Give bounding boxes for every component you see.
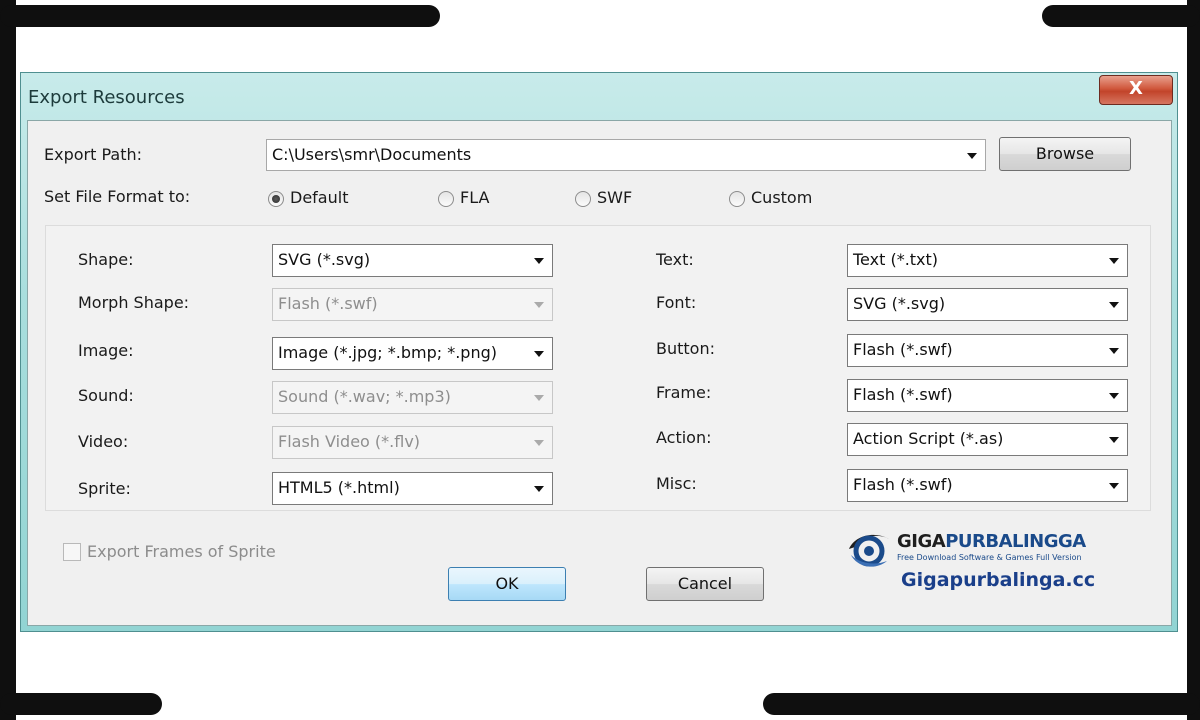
chevron-down-icon[interactable] [534,486,544,492]
text-select-value: Text (*.txt) [853,250,939,269]
radio-custom-label[interactable]: Custom [751,188,812,207]
radio-fla[interactable] [438,191,454,207]
watermark-site: Gigapurbalinga.cc [901,569,1096,591]
font-select[interactable]: SVG (*.svg) [847,288,1128,321]
frame-select-value: Flash (*.swf) [853,385,953,404]
chevron-down-icon [534,395,544,401]
radio-default-label[interactable]: Default [290,188,348,207]
export-frames-label: Export Frames of Sprite [87,542,276,561]
radio-fla-label[interactable]: FLA [460,188,489,207]
sprite-label: Sprite: [78,479,131,498]
watermark-brand: GIGAPURBALINGGA [897,531,1086,552]
video-select: Flash Video (*.flv) [272,426,553,459]
frame-left [0,0,16,720]
chevron-down-icon[interactable] [967,153,977,159]
chevron-down-icon[interactable] [534,258,544,264]
browse-button-label: Browse [1035,144,1095,163]
radio-swf[interactable] [575,191,591,207]
image-label: Image: [78,341,134,360]
button-label: Button: [656,339,715,358]
font-label: Font: [656,293,697,312]
frame-bar-bottom-left [0,693,162,715]
action-select[interactable]: Action Script (*.as) [847,423,1128,456]
dialog-title: Export Resources [28,87,185,108]
frame-select[interactable]: Flash (*.swf) [847,379,1128,412]
eye-logo-icon [849,534,889,567]
sound-label: Sound: [78,386,134,405]
text-label: Text: [656,250,694,269]
frame-bar-top-right [1042,5,1200,27]
title-bar[interactable]: Export Resources X [21,73,1177,119]
watermark-logo: GIGAPURBALINGGA Free Download Software &… [843,525,1143,605]
shape-select[interactable]: SVG (*.svg) [272,244,553,277]
cancel-button-label: Cancel [677,574,733,593]
export-resources-dialog: Export Resources X Export Path: C:\Users… [20,72,1178,632]
misc-select[interactable]: Flash (*.swf) [847,469,1128,502]
image-select[interactable]: Image (*.jpg; *.bmp; *.png) [272,337,553,370]
watermark-tagline: Free Download Software & Games Full Vers… [897,553,1082,562]
chevron-down-icon[interactable] [1109,483,1119,489]
export-path-combo[interactable]: C:\Users\smr\Documents [266,139,986,171]
export-frames-checkbox [63,543,81,561]
frame-bar-top-left [0,5,440,27]
chevron-down-icon [534,440,544,446]
sprite-select-value: HTML5 (*.html) [278,478,400,497]
radio-swf-label[interactable]: SWF [597,188,632,207]
chevron-down-icon[interactable] [1109,393,1119,399]
resource-format-group: Shape: SVG (*.svg) Morph Shape: Flash (*… [45,225,1151,511]
shape-select-value: SVG (*.svg) [278,250,371,269]
frame-label: Frame: [656,383,712,402]
chevron-down-icon[interactable] [534,351,544,357]
file-format-label: Set File Format to: [44,187,191,206]
shape-label: Shape: [78,250,134,269]
radio-custom[interactable] [729,191,745,207]
chevron-down-icon[interactable] [1109,302,1119,308]
frame-bar-bottom-right [763,693,1200,715]
export-path-label: Export Path: [44,145,142,164]
sound-select: Sound (*.wav; *.mp3) [272,381,553,414]
frame-right [1187,0,1200,720]
morph-shape-select: Flash (*.swf) [272,288,553,321]
export-path-value: C:\Users\smr\Documents [272,145,472,164]
morph-shape-select-value: Flash (*.swf) [278,294,378,313]
chevron-down-icon [534,302,544,308]
image-select-value: Image (*.jpg; *.bmp; *.png) [278,343,497,362]
video-select-value: Flash Video (*.flv) [278,432,421,451]
chevron-down-icon[interactable] [1109,437,1119,443]
sound-select-value: Sound (*.wav; *.mp3) [278,387,451,406]
misc-label: Misc: [656,474,697,493]
chevron-down-icon[interactable] [1109,258,1119,264]
action-label: Action: [656,428,712,447]
cancel-button[interactable]: Cancel [646,567,764,601]
text-select[interactable]: Text (*.txt) [847,244,1128,277]
watermark-brand-part1: GIGA [897,531,946,552]
chevron-down-icon[interactable] [1109,348,1119,354]
watermark-brand-part2: PURBALINGGA [945,531,1086,552]
font-select-value: SVG (*.svg) [853,294,946,313]
close-icon: X [1129,78,1143,99]
button-select[interactable]: Flash (*.swf) [847,334,1128,367]
close-button[interactable]: X [1099,75,1173,105]
radio-default[interactable] [268,191,284,207]
button-select-value: Flash (*.swf) [853,340,953,359]
ok-button-label: OK [495,574,519,593]
misc-select-value: Flash (*.swf) [853,475,953,494]
video-label: Video: [78,432,129,451]
action-select-value: Action Script (*.as) [853,429,1004,448]
sprite-select[interactable]: HTML5 (*.html) [272,472,553,505]
ok-button[interactable]: OK [448,567,566,601]
morph-shape-label: Morph Shape: [78,293,190,312]
browse-button[interactable]: Browse [999,137,1131,171]
